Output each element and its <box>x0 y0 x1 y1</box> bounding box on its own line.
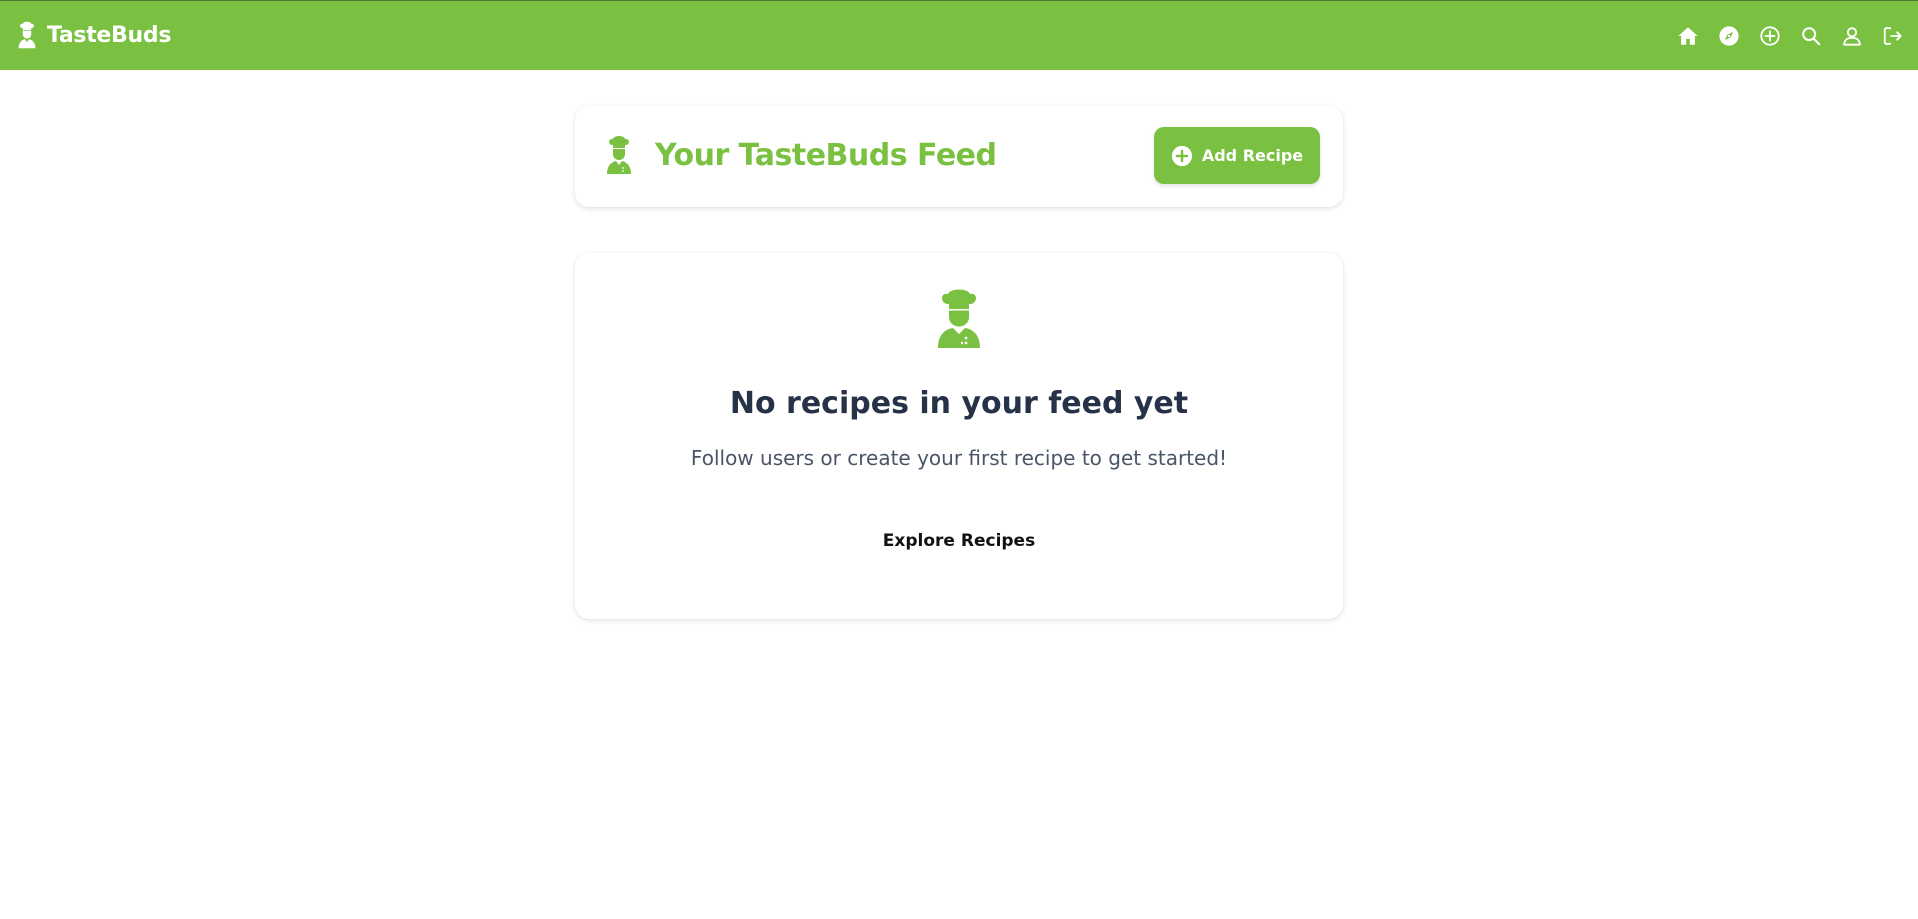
empty-state-title: No recipes in your feed yet <box>729 386 1189 421</box>
add-circle-icon[interactable] <box>1759 25 1781 47</box>
chef-icon <box>607 136 631 174</box>
compass-icon[interactable] <box>1718 25 1740 47</box>
logout-icon[interactable] <box>1882 25 1904 47</box>
top-navbar: TasteBuds <box>0 0 1918 70</box>
nav-icon-group <box>1658 25 1904 47</box>
plus-circle-icon <box>1171 145 1192 166</box>
home-icon[interactable] <box>1677 25 1699 47</box>
feed-header-card: Your TasteBuds Feed Add Recipe <box>575 106 1343 207</box>
user-icon[interactable] <box>1841 25 1863 47</box>
add-recipe-label: Add Recipe <box>1201 146 1304 165</box>
explore-recipes-link[interactable]: Explore Recipes <box>575 530 1343 552</box>
search-icon[interactable] <box>1800 25 1822 47</box>
brand-logo[interactable]: TasteBuds <box>17 19 171 51</box>
chef-icon <box>938 289 980 348</box>
empty-state-subtitle: Follow users or create your first recipe… <box>690 446 1228 470</box>
add-recipe-button[interactable]: Add Recipe <box>1154 127 1320 184</box>
brand-name: TasteBuds <box>47 22 172 48</box>
empty-state-card: No recipes in your feed yet Follow users… <box>575 253 1343 619</box>
page-title: Your TasteBuds Feed <box>655 138 997 173</box>
chef-icon <box>18 21 36 49</box>
